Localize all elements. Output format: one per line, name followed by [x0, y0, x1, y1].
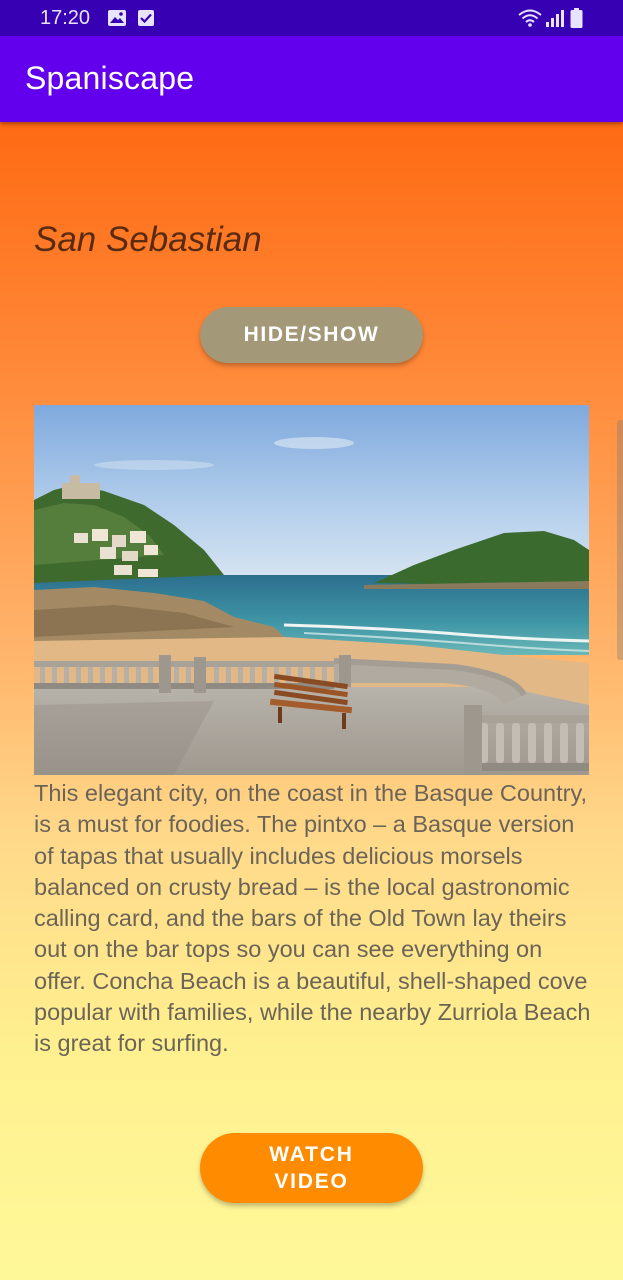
- app-title: Spaniscape: [25, 60, 195, 96]
- watch-video-button[interactable]: WATCH VIDEO: [200, 1133, 423, 1203]
- status-bar: 17:20: [0, 0, 623, 36]
- wifi-icon: [517, 8, 543, 33]
- watch-video-label: WATCH VIDEO: [269, 1141, 353, 1195]
- city-title: San Sebastian: [34, 220, 262, 259]
- watch-video-line2: VIDEO: [274, 1170, 349, 1193]
- app-bar: Spaniscape: [0, 36, 623, 122]
- image-icon: [107, 9, 127, 32]
- signal-icon: [545, 9, 565, 32]
- scrollbar[interactable]: [617, 420, 623, 660]
- city-description: This elegant city, on the coast in the B…: [34, 780, 591, 1057]
- status-time: 17:20: [40, 7, 91, 29]
- hide-show-button[interactable]: HIDE/SHOW: [200, 307, 423, 363]
- main-content[interactable]: San Sebastian HIDE/SHOW This elegant cit…: [0, 122, 623, 1280]
- checkbox-icon: [137, 9, 155, 32]
- beach-promenade-photo: [34, 405, 589, 775]
- battery-icon: [570, 8, 583, 33]
- watch-video-line1: WATCH: [269, 1143, 354, 1166]
